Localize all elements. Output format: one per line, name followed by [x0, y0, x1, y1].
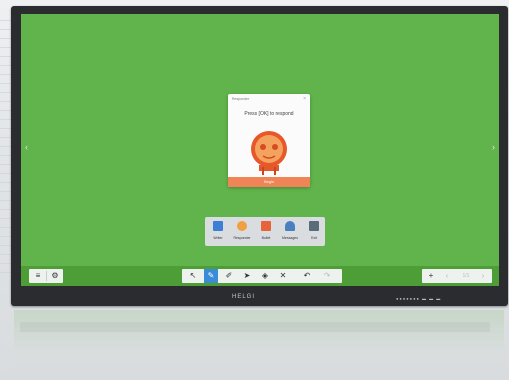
pen-icon[interactable]: ✎: [204, 269, 218, 283]
tool-messages[interactable]: Messages: [279, 220, 301, 244]
reflection-toolbar: [20, 322, 490, 332]
tool-label: Exit: [311, 236, 317, 240]
pointer-icon[interactable]: ➤: [240, 269, 254, 283]
floor-reflection: [14, 310, 504, 380]
buzzer-icon: [237, 221, 247, 231]
bezel-indicator-dots: ●●●●●●● ▬ ▬ ▬: [396, 296, 442, 301]
page-indicator: 1/1: [462, 273, 470, 279]
tool-responder[interactable]: Responder: [231, 220, 253, 244]
divider: [46, 271, 47, 281]
redo-icon[interactable]: ↷: [320, 269, 334, 283]
dialog-title: Responder: [232, 97, 250, 101]
cross-icon[interactable]: ✕: [276, 269, 290, 283]
highlighter-icon[interactable]: ✐: [222, 269, 236, 283]
next-page-icon[interactable]: ›: [476, 269, 490, 283]
shapes-icon[interactable]: ◈: [258, 269, 272, 283]
begin-button[interactable]: Begin: [228, 177, 310, 187]
drawing-tools: ↖ ✎ ✐ ➤ ◈ ✕ ↶ ↷: [182, 269, 342, 283]
left-side-handle-icon[interactable]: ‹: [24, 140, 29, 154]
chat-icon: [261, 221, 271, 231]
tool-bullet[interactable]: Bullet: [255, 220, 277, 244]
grid-icon: [213, 221, 223, 231]
person-icon: [285, 221, 295, 231]
tool-palette: Writer Responder Bullet Messages Exit: [205, 217, 325, 246]
tool-exit[interactable]: Exit: [303, 220, 325, 244]
tool-label: Messages: [282, 236, 298, 240]
tool-label: Writer: [213, 236, 223, 240]
undo-icon[interactable]: ↶: [300, 269, 314, 283]
page-controls: + ‹ 1/1 ›: [422, 269, 492, 283]
tool-writer[interactable]: Writer: [207, 220, 229, 244]
prev-page-icon[interactable]: ‹: [440, 269, 454, 283]
close-icon[interactable]: ×: [303, 96, 306, 102]
tool-label: Bullet: [261, 236, 271, 240]
whiteboard-screen[interactable]: ‹ › Responder × Press [OK] to respond Be…: [21, 14, 499, 286]
brand-logo: HELGI: [232, 294, 256, 300]
exit-icon: [309, 221, 319, 231]
left-controls: ≡ ⚙: [29, 269, 63, 283]
dialog-message: Press [OK] to respond: [244, 111, 294, 117]
bottom-toolbar: ≡ ⚙ ↖ ✎ ✐ ➤ ◈ ✕ ↶ ↷ + ‹ 1/1 ›: [21, 266, 499, 286]
right-side-handle-icon[interactable]: ›: [491, 140, 496, 154]
tool-label: Responder: [233, 236, 251, 240]
add-page-button[interactable]: +: [424, 269, 438, 283]
buzzer-icon: [251, 131, 287, 175]
menu-icon[interactable]: ≡: [31, 269, 45, 283]
gear-icon[interactable]: ⚙: [48, 269, 62, 283]
responder-dialog: Responder × Press [OK] to respond Begin: [228, 94, 310, 187]
select-arrow-icon[interactable]: ↖: [186, 269, 200, 283]
